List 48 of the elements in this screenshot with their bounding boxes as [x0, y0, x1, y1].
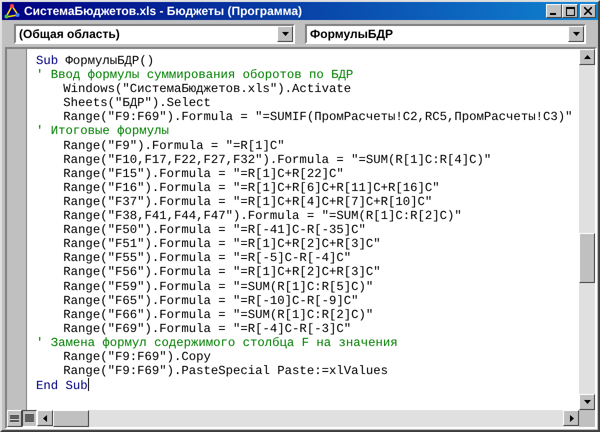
maximize-button[interactable] — [562, 4, 578, 18]
code-line: Range("F16").Formula = "=R[1]C+R[6]C+R[11]C+R[16]C" — [62, 180, 441, 195]
code-line: Range("F9:F69").Copy — [62, 350, 212, 364]
scroll-right-button[interactable] — [563, 410, 579, 426]
minimize-button[interactable] — [546, 4, 562, 18]
code-line: Range("F9").Formula = "=R[1]C" — [62, 138, 286, 153]
code-comment: ' Ввод формулы суммирования оборотов по БДР — [36, 68, 354, 82]
scroll-down-button[interactable] — [579, 394, 595, 410]
procedure-view-icon[interactable] — [7, 410, 22, 427]
code-line: Range("F37").Formula = "=R[1]C+R[4]C+R[7]C+R[10]C" — [62, 194, 434, 210]
maximize-icon — [566, 6, 574, 16]
scroll-up-button[interactable] — [579, 49, 595, 65]
horizontal-scrollbar[interactable] — [7, 410, 579, 427]
arrow-left-icon — [40, 414, 50, 422]
code-line: Range("F9:F69").Formula = "=SUMIF(ПромРасчеты!C2,RC5,ПромРасчеты!C3)" — [62, 110, 574, 124]
code-line: Range("F66").Formula = "=SUM(R[1]C:R[2]C)" — [62, 308, 374, 322]
code-editor[interactable] — [27, 49, 579, 410]
arrow-down-icon — [582, 398, 592, 406]
text-cursor — [88, 378, 89, 392]
scroll-thumb[interactable] — [53, 410, 89, 427]
code-line: Range("F51").Formula = "=R[1]C+R[2]C+R[3]C" — [62, 237, 382, 252]
code-line: Sub ФормулыБДР() — [36, 54, 156, 68]
code-line: Range("F69").Formula = "=R[-4]C-R[-3]C" — [62, 322, 352, 336]
code-line: Range("F59").Formula = "=SUM(R[1]C:R[5]C)" — [62, 280, 374, 294]
close-button[interactable] — [580, 4, 596, 18]
code-line: Range("F65").Formula = "=R[-10]C-R[-9]C" — [62, 294, 360, 308]
scroll-left-button[interactable] — [37, 410, 53, 426]
code-line: Range("F9:F69").PasteSpecial Paste:=xlValues — [62, 364, 389, 378]
code-line: End Sub — [36, 379, 88, 394]
code-line: Sheets("БДР").Select — [62, 96, 212, 110]
close-icon — [584, 7, 592, 15]
vertical-scrollbar[interactable] — [579, 49, 595, 410]
code-line: Range("F38,F41,F44,F47").Formula = "=SUM(R[1]C:R[2]C)" — [62, 209, 463, 224]
code-comment: ' Замена формул содержимого столбца F на значения — [36, 336, 399, 350]
window-title: СистемаБюджетов.xls - Бюджеты (Программа) — [24, 4, 304, 18]
code-line: Range("F10,F17,F22,F27,F32").Formula = "=SUM(R[1]C:R[4]C)" — [62, 152, 492, 167]
object-dropdown[interactable]: (Общая область) — [14, 24, 295, 44]
code-line: Range("F15").Formula = "=R[1]C+R[22]C" — [62, 166, 345, 181]
procedure-dropdown[interactable]: ФормулыБДР — [305, 24, 586, 44]
app-icon — [4, 3, 20, 19]
code-line: Range("F55").Formula = "=R[-5]C-R[-4]C" — [62, 251, 352, 266]
code-line: Range("F50").Formula = "=R[-41]C-R[-35]C" — [62, 223, 367, 238]
full-module-view-icon[interactable] — [22, 410, 37, 427]
code-line: Windows("СистемаБюджетов.xls").Activate — [62, 82, 352, 96]
scroll-thumb[interactable] — [579, 233, 595, 283]
code-comment: ' Итоговые формулы — [36, 124, 170, 139]
arrow-up-icon — [582, 52, 592, 62]
code-line: Range("F56").Formula = "=R[1]C+R[2]C+R[3]C" — [62, 265, 382, 280]
